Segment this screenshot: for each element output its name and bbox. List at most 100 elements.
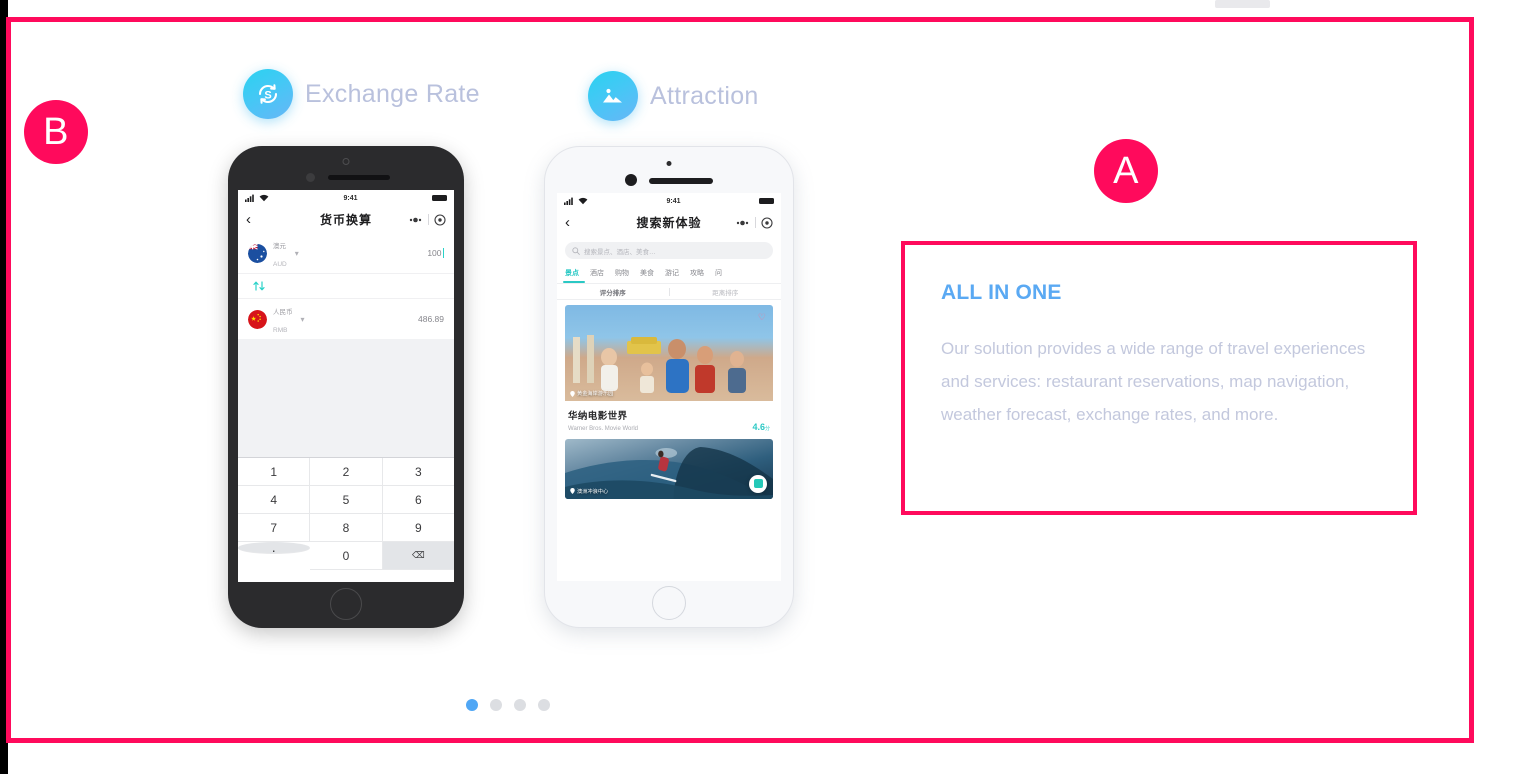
- back-button[interactable]: ‹: [246, 212, 251, 227]
- pagination-dot-3[interactable]: [514, 699, 526, 711]
- status-bar: 9:41: [557, 193, 781, 209]
- currency-value-to: 486.89: [418, 314, 444, 324]
- key-2[interactable]: 2: [310, 458, 383, 486]
- video-icon-glyph: [753, 479, 763, 488]
- key-7[interactable]: 7: [238, 514, 311, 542]
- swap-vertical-icon[interactable]: [252, 279, 266, 293]
- category-tabs: 景点 酒店 购物 美食 游记 攻略 问: [557, 259, 781, 283]
- signal-icon: [245, 194, 254, 202]
- earpiece-speaker: [328, 175, 390, 180]
- card-geo-badge: 黄金海岸游乐园: [570, 390, 613, 397]
- tab-overflow[interactable]: 问: [715, 268, 722, 283]
- keypad-row: . 0 ⌫: [238, 540, 454, 570]
- geo-text: 黄金海岸游乐园: [577, 391, 614, 397]
- geo-text: 澳洲冲浪中心: [577, 488, 609, 495]
- status-time: 9:41: [343, 194, 358, 202]
- proximity-sensor-icon: [625, 174, 637, 186]
- front-camera-icon: [342, 158, 350, 165]
- annotation-badge-a: A: [1094, 139, 1158, 203]
- phone-screen-attraction: 9:41 ‹ 搜索新体验 搜索景点、酒店、美食… 景点 酒店 购物 美食 游记 …: [557, 193, 781, 581]
- currency-names: 澳元 AUD: [273, 235, 287, 272]
- key-5[interactable]: 5: [310, 486, 383, 514]
- tab-shopping[interactable]: 购物: [615, 268, 629, 283]
- carousel-pagination: [466, 699, 550, 711]
- key-0[interactable]: 0: [310, 542, 383, 570]
- chevron-down-icon[interactable]: ▾: [295, 249, 299, 258]
- pagination-dot-1[interactable]: [466, 699, 478, 711]
- wifi-icon: [259, 194, 269, 202]
- nav-actions: [735, 216, 773, 229]
- search-input[interactable]: 搜索景点、酒店、美食…: [565, 242, 773, 259]
- video-icon[interactable]: [749, 474, 767, 493]
- currency-names: 人民币 RMB: [273, 301, 293, 338]
- target-icon[interactable]: [434, 213, 446, 226]
- key-3[interactable]: 3: [382, 458, 454, 486]
- card-image-surf: 澳洲冲浪中心: [565, 438, 773, 499]
- status-bar: 9:41: [238, 190, 454, 206]
- key-1[interactable]: 1: [238, 458, 311, 486]
- feature-label: Attraction: [650, 81, 759, 110]
- chevron-down-icon[interactable]: ▾: [301, 315, 305, 324]
- home-button[interactable]: [652, 586, 686, 620]
- home-button[interactable]: [330, 588, 362, 620]
- key-8[interactable]: 8: [310, 514, 383, 542]
- tab-travel-notes[interactable]: 游记: [665, 268, 679, 283]
- wifi-icon: [578, 197, 588, 205]
- swap-row[interactable]: [238, 273, 454, 299]
- screenshot-stage: S Exchange Rate Attraction 9:41 ‹ 货币换算 澳…: [0, 0, 1540, 774]
- pagination-dot-4[interactable]: [538, 699, 550, 711]
- top-artifact: [1215, 0, 1270, 8]
- tab-guides[interactable]: 攻略: [690, 268, 704, 283]
- location-pin-icon: [570, 390, 575, 397]
- tab-food[interactable]: 美食: [640, 268, 654, 283]
- battery-icon: [431, 195, 447, 201]
- nav-actions: [408, 213, 446, 226]
- back-button[interactable]: ‹: [565, 215, 570, 230]
- phone-screen-exchange: 9:41 ‹ 货币换算 澳元 AUD ▾ 100 人民币 RMB ▾ 486.8…: [238, 190, 454, 582]
- more-icon[interactable]: [735, 218, 750, 228]
- key-4[interactable]: 4: [238, 486, 311, 514]
- backspace-icon[interactable]: ⌫: [382, 542, 454, 570]
- signal-icon: [564, 197, 573, 205]
- numeric-keypad: 1 2 3 4 5 6 7 8 9 . 0 ⌫: [238, 457, 454, 570]
- card-meta: 华纳电影世界 Warner Bros. Movie World 4.6分: [565, 401, 773, 432]
- card-geo-badge: 澳洲冲浪中心: [570, 488, 608, 495]
- nav-divider: [755, 217, 756, 228]
- battery-icon: [758, 198, 774, 204]
- key-9[interactable]: 9: [382, 514, 454, 542]
- sort-by-rating[interactable]: 评分排序: [557, 287, 669, 297]
- keypad-row: 7 8 9: [238, 514, 454, 542]
- key-6[interactable]: 6: [382, 486, 454, 514]
- australia-flag: [248, 243, 267, 263]
- status-time: 9:41: [666, 197, 681, 205]
- phone-bezel-top: [228, 146, 464, 190]
- phone-mockup-exchange-rate: 9:41 ‹ 货币换算 澳元 AUD ▾ 100 人民币 RMB ▾ 486.8…: [228, 146, 464, 628]
- currency-value-from: 100: [427, 248, 444, 258]
- feature-label: Exchange Rate: [305, 79, 480, 108]
- search-icon: [572, 246, 580, 255]
- location-pin-icon: [570, 488, 575, 494]
- card-image-beach: 黄金海岸游乐园 ♡: [565, 305, 773, 401]
- target-icon[interactable]: [761, 216, 773, 229]
- status-left: [564, 197, 588, 205]
- sort-by-distance[interactable]: 距离排序: [670, 287, 782, 297]
- currency-name: 人民币: [273, 308, 293, 316]
- annotation-badge-b: B: [24, 100, 88, 164]
- converter-filler: [238, 339, 454, 457]
- attraction-card[interactable]: 澳洲冲浪中心: [565, 438, 773, 499]
- currency-code: AUD: [273, 261, 287, 268]
- key-decimal[interactable]: .: [238, 540, 311, 554]
- currency-row-from[interactable]: 澳元 AUD ▾ 100: [238, 233, 454, 273]
- attraction-body: 搜索景点、酒店、美食… 景点 酒店 购物 美食 游记 攻略 问 评分排序 距离排…: [557, 242, 781, 499]
- pagination-dot-2[interactable]: [490, 699, 502, 711]
- tab-hotels[interactable]: 酒店: [590, 268, 604, 283]
- proximity-sensor-icon: [306, 173, 315, 182]
- tab-attractions[interactable]: 景点: [563, 268, 585, 283]
- search-placeholder: 搜索景点、酒店、美食…: [584, 248, 656, 256]
- currency-row-to[interactable]: 人民币 RMB ▾ 486.89: [238, 299, 454, 339]
- heart-icon[interactable]: ♡: [758, 312, 766, 323]
- more-icon[interactable]: [408, 215, 423, 225]
- panel-body: Our solution provides a wide range of tr…: [941, 339, 1366, 425]
- attraction-card[interactable]: 黄金海岸游乐园 ♡ 华纳电影世界 Warner Bros. Movie Worl…: [565, 305, 773, 432]
- front-camera-icon: [666, 161, 672, 166]
